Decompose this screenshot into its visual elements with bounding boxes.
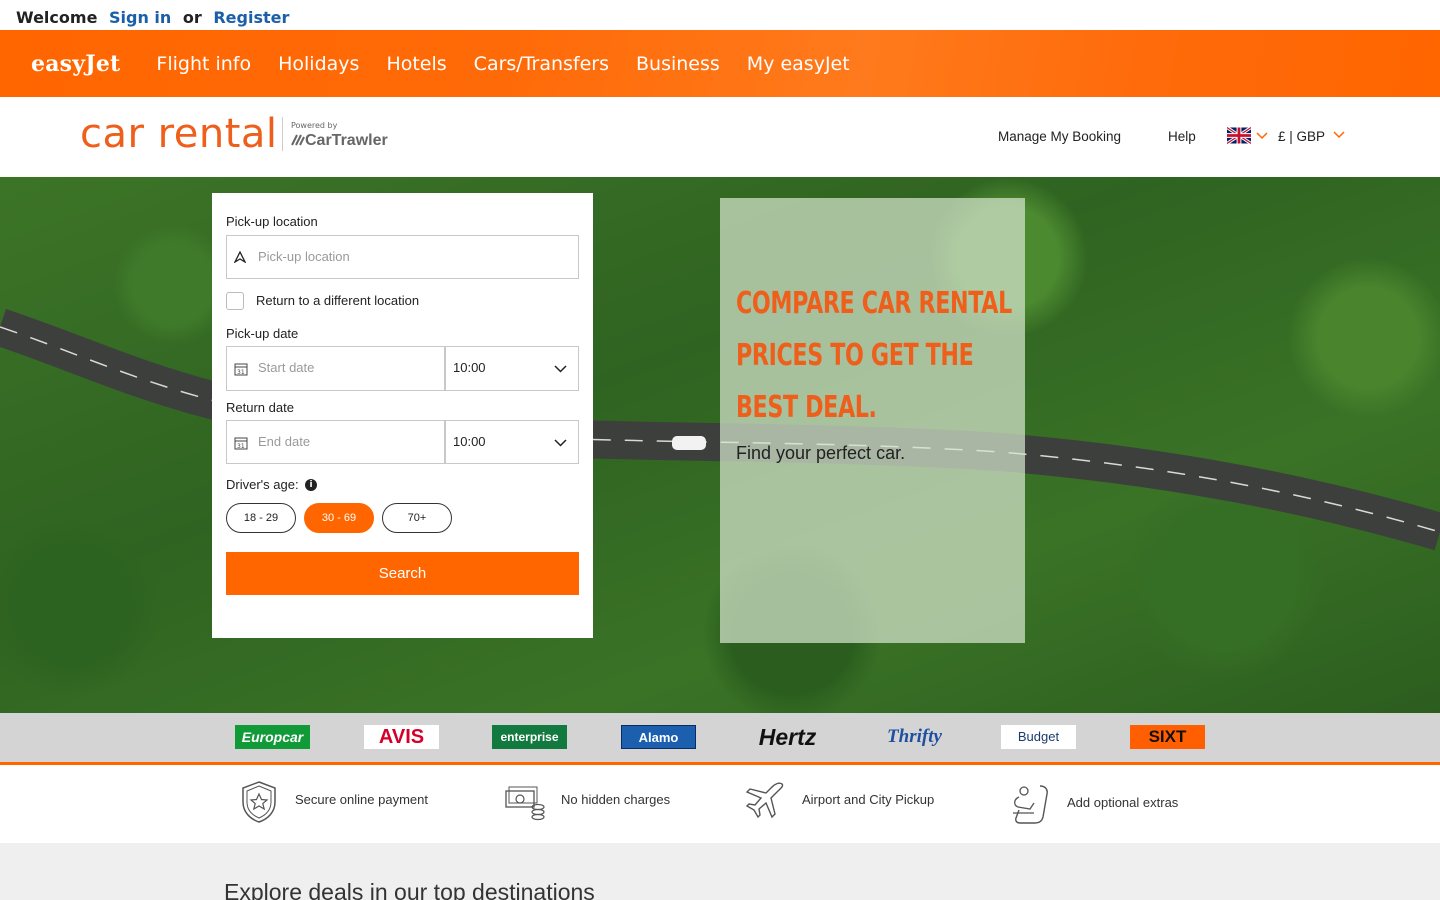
nav-cars-transfers[interactable]: Cars/Transfers [474,53,609,75]
promo-title: COMPARE CAR RENTAL PRICES TO GET THE BES… [736,278,1012,434]
cash-coins-icon [505,786,545,821]
pickup-location-input[interactable]: Pick-up location [226,235,579,279]
destinations-title: Explore deals in our top destinations [224,879,595,900]
location-arrow-icon [234,251,246,263]
car-illustration [672,436,706,450]
language-chevron-down-icon[interactable] [1256,132,1268,140]
welcome-bar: Welcome Sign in or Register [0,0,1440,30]
cartrawler-text: CarTrawler [305,132,388,149]
promo-title-line: PRICES TO GET THE [736,338,974,373]
brand-divider [282,117,283,151]
end-date-placeholder: End date [258,434,311,449]
car-rental-logo[interactable]: car rental [80,111,278,157]
powered-by: Powered by CarTrawler [291,121,388,150]
chevron-down-icon [554,439,567,447]
shield-star-icon [242,781,276,823]
promo-title-line: BEST DEAL. [736,390,877,425]
sixt-logo: SIXT [1130,725,1205,749]
feature-label: Add optional extras [1067,795,1179,810]
end-date-input[interactable]: 31 End date [226,420,445,464]
features-row: Secure online payment No hidden charges … [0,765,1440,843]
svg-text:31: 31 [237,369,245,376]
return-time-select[interactable]: 10:00 [445,420,579,464]
help-link[interactable]: Help [1168,129,1196,144]
promo-title-line: COMPARE CAR RENTAL [736,286,1012,321]
pickup-date-label: Pick-up date [226,326,299,341]
powered-by-text: Powered by [291,121,338,130]
pickup-location-placeholder: Pick-up location [258,249,350,264]
currency-chevron-down-icon[interactable] [1333,131,1345,139]
sign-in-link[interactable]: Sign in [109,8,171,27]
site-header: car rental Powered by CarTrawler Manage … [0,97,1440,177]
promo-panel: COMPARE CAR RENTAL PRICES TO GET THE BES… [720,198,1025,643]
rental-brands-strip: Europcar AVIS enterprise Alamo Hertz Thr… [0,713,1440,763]
airplane-icon [745,782,784,819]
calendar-icon: 31 [234,363,248,376]
hertz-logo: Hertz [750,725,825,749]
age-option-70-plus[interactable]: 70+ [382,503,452,533]
welcome-text: Welcome [16,8,98,27]
feature-label: Secure online payment [295,792,428,807]
pickup-time-select[interactable]: 10:00 [445,346,579,391]
calendar-icon: 31 [234,437,248,450]
nav-flight-info[interactable]: Flight info [156,53,251,75]
thrifty-logo: Thrifty [877,725,952,749]
nav-business[interactable]: Business [636,53,720,75]
pickup-time-value: 10:00 [453,360,486,375]
promo-subtitle: Find your perfect car. [736,443,906,463]
search-button[interactable]: Search [226,552,579,595]
age-option-30-69[interactable]: 30 - 69 [304,503,374,533]
return-date-label: Return date [226,400,294,415]
alamo-logo: Alamo [621,725,696,749]
feature-label: Airport and City Pickup [802,792,935,807]
easyjet-logo[interactable]: easyJet [31,51,120,77]
avis-logo: AVIS [364,725,439,749]
return-time-value: 10:00 [453,434,486,449]
europcar-logo: Europcar [235,725,310,749]
start-date-placeholder: Start date [258,360,315,375]
chevron-down-icon [554,365,567,373]
info-icon[interactable]: i [305,479,317,491]
nav-hotels[interactable]: Hotels [386,53,446,75]
start-date-input[interactable]: 31 Start date [226,346,445,391]
register-link[interactable]: Register [213,8,289,27]
nav-my-easyjet[interactable]: My easyJet [747,53,850,75]
enterprise-logo: enterprise [492,725,567,749]
age-option-18-29[interactable]: 18 - 29 [226,503,296,533]
feature-label: No hidden charges [561,792,671,807]
return-different-label[interactable]: Return to a different location [256,293,419,308]
destinations-section: Explore deals in our top destinations [0,843,1440,900]
currency-selector[interactable]: £ | GBP [1278,129,1325,144]
child-seat-icon [1013,785,1048,824]
nav-holidays[interactable]: Holidays [278,53,359,75]
manage-booking-link[interactable]: Manage My Booking [998,129,1121,144]
pickup-location-label: Pick-up location [226,214,318,229]
budget-logo: Budget [1001,725,1076,749]
uk-flag-icon[interactable] [1227,127,1251,144]
return-different-checkbox[interactable] [226,292,244,310]
cartrawler-logo: CarTrawler [291,132,388,149]
main-nav: easyJet Flight info Holidays Hotels Cars… [0,30,1440,97]
or-text: or [182,8,202,27]
svg-text:31: 31 [237,443,245,450]
driver-age-label: Driver's age: [226,477,299,492]
cartrawler-mark-icon [291,134,305,146]
search-form: Pick-up location Pick-up location Return… [212,193,593,638]
